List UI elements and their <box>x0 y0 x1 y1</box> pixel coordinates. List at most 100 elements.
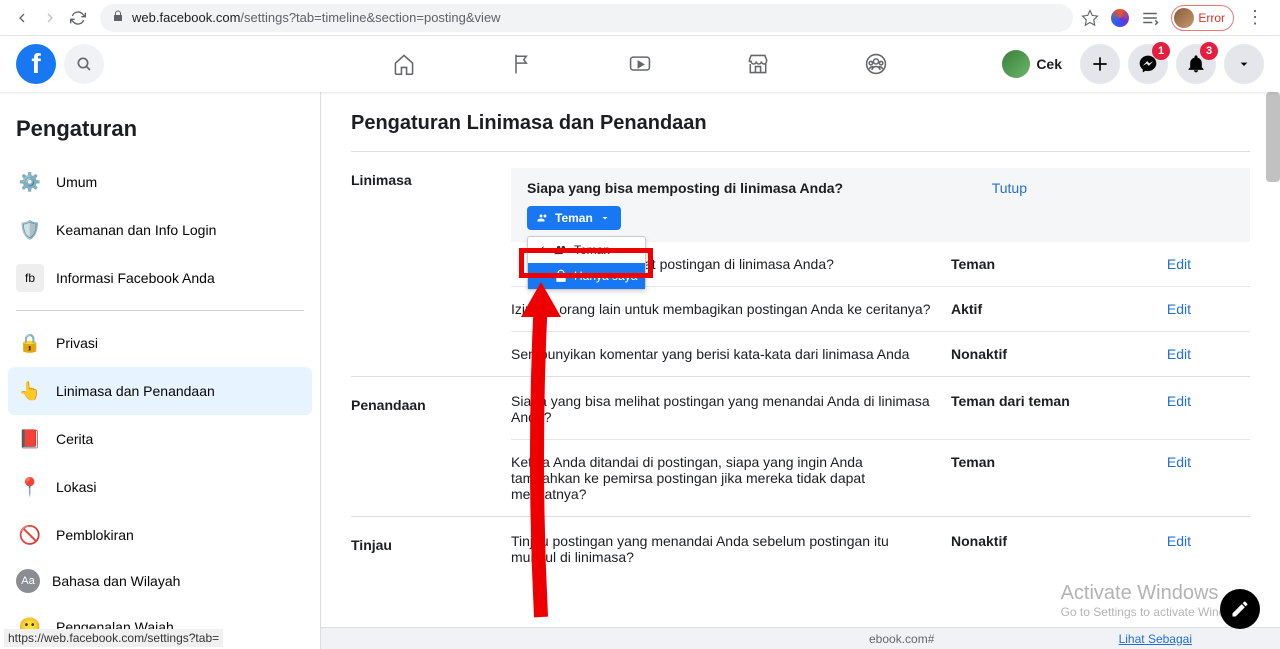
reading-list-icon[interactable] <box>1141 9 1159 27</box>
audience-dropdown-button[interactable]: Teman <box>527 206 621 230</box>
setting-value: Nonaktif <box>951 346 1131 362</box>
friends-icon <box>554 243 568 257</box>
setting-row[interactable]: Izinkan orang lain untuk membagikan post… <box>511 287 1250 332</box>
notifications-button[interactable]: 3 <box>1176 44 1216 84</box>
section-timeline: Linimasa Siapa yang bisa memposting di l… <box>351 151 1250 376</box>
edit-link[interactable]: Edit <box>1167 393 1191 409</box>
browser-profile-button[interactable]: Error <box>1171 5 1234 31</box>
edit-link[interactable]: Edit <box>1167 533 1191 549</box>
sidebar-item-location[interactable]: 📍Lokasi <box>8 463 312 511</box>
page-title: Pengaturan Linimasa dan Penandaan <box>351 112 1250 135</box>
lock-icon: 🔒 <box>16 329 44 357</box>
sidebar-item-fb-info[interactable]: fbInformasi Facebook Anda <box>8 254 312 302</box>
footer-bar: ebook.com# Lihat Sebagai <box>321 627 1280 649</box>
profile-link[interactable]: Cek <box>998 46 1072 82</box>
nav-pages[interactable] <box>467 36 577 92</box>
block-icon: 🚫 <box>16 521 44 549</box>
setting-question: Siapa yang bisa memposting di linimasa A… <box>527 180 967 196</box>
gear-icon: ⚙️ <box>16 168 44 196</box>
caret-down-icon <box>599 212 611 224</box>
extension-icon[interactable] <box>1111 9 1129 27</box>
messenger-badge: 1 <box>1152 42 1170 60</box>
divider <box>16 310 304 311</box>
edit-link[interactable]: Edit <box>1167 454 1191 470</box>
sidebar-item-privacy[interactable]: 🔒Privasi <box>8 319 312 367</box>
address-bar[interactable]: web.facebook.com/settings?tab=timeline&s… <box>100 4 1073 32</box>
sidebar-item-stories[interactable]: 📕Cerita <box>8 415 312 463</box>
avatar-icon <box>1174 8 1194 28</box>
setting-question: Siapa yang bisa melihat postingan yang m… <box>511 393 951 425</box>
profile-error-label: Error <box>1198 11 1225 25</box>
settings-sidebar: Pengaturan ⚙️Umum 🛡️Keamanan dan Info Lo… <box>0 92 320 649</box>
audience-dropdown-menu: ✓ Teman Hanya saya <box>527 236 646 290</box>
sidebar-item-timeline-tagging[interactable]: 👆Linimasa dan Penandaan <box>8 367 312 415</box>
setting-row[interactable]: Siapa yang bisa melihat postingan yang m… <box>511 393 1250 440</box>
profile-name: Cek <box>1036 56 1062 72</box>
create-button[interactable] <box>1080 44 1120 84</box>
setting-question: Tinjau postingan yang menandai Anda sebe… <box>511 533 951 565</box>
setting-value: Teman <box>951 454 1131 470</box>
pin-icon: 📍 <box>16 473 44 501</box>
sidebar-item-blocking[interactable]: 🚫Pemblokiran <box>8 511 312 559</box>
reload-button[interactable] <box>64 4 92 32</box>
bookmark-star-icon[interactable] <box>1081 9 1099 27</box>
section-tagging: Penandaan Siapa yang bisa melihat postin… <box>351 376 1250 516</box>
dropdown-option-friends[interactable]: ✓ Teman <box>528 237 645 263</box>
section-review: Tinjau Tinjau postingan yang menandai An… <box>351 516 1250 579</box>
edit-link[interactable]: Edit <box>1167 346 1191 362</box>
nav-watch[interactable] <box>585 36 695 92</box>
back-button[interactable] <box>8 4 36 32</box>
setting-value: Teman dari teman <box>951 393 1131 409</box>
setting-value: Aktif <box>951 301 1131 317</box>
notifications-badge: 3 <box>1200 42 1218 60</box>
new-message-fab[interactable] <box>1220 589 1260 629</box>
footer-domain: ebook.com# <box>869 632 934 646</box>
nav-marketplace[interactable] <box>703 36 813 92</box>
messenger-button[interactable]: 1 <box>1128 44 1168 84</box>
facebook-logo[interactable]: f <box>16 44 56 84</box>
compose-icon <box>1230 599 1250 619</box>
forward-button[interactable] <box>36 4 64 32</box>
setting-row[interactable]: Tinjau postingan yang menandai Anda sebe… <box>511 533 1250 579</box>
avatar-icon <box>1002 50 1030 78</box>
nav-home[interactable] <box>349 36 459 92</box>
setting-question: Ketika Anda ditandai di postingan, siapa… <box>511 454 951 502</box>
setting-row[interactable]: Sembunyikan komentar yang berisi kata-ka… <box>511 332 1250 376</box>
sidebar-item-language[interactable]: AaBahasa dan Wilayah <box>8 559 312 603</box>
account-menu-button[interactable] <box>1224 44 1264 84</box>
shield-icon: 🛡️ <box>16 216 44 244</box>
edit-link[interactable]: Edit <box>1167 256 1191 272</box>
pointer-icon: 👆 <box>16 377 44 405</box>
section-label: Linimasa <box>351 168 511 376</box>
check-icon: ✓ <box>536 243 548 257</box>
setting-question: Izinkan orang lain untuk membagikan post… <box>511 301 951 317</box>
lock-icon <box>554 269 568 283</box>
fb-info-icon: fb <box>16 264 44 292</box>
sidebar-item-security[interactable]: 🛡️Keamanan dan Info Login <box>8 206 312 254</box>
browser-toolbar: web.facebook.com/settings?tab=timeline&s… <box>0 0 1280 36</box>
setting-value: Teman <box>951 256 1131 272</box>
setting-row-expanded: Siapa yang bisa memposting di linimasa A… <box>511 168 1250 242</box>
language-icon: Aa <box>16 569 40 593</box>
setting-value: Nonaktif <box>951 533 1131 549</box>
status-bar-url: https://web.facebook.com/settings?tab= <box>4 629 223 647</box>
scrollbar[interactable] <box>1266 92 1280 182</box>
browser-menu-button[interactable]: ⋮ <box>1246 7 1264 28</box>
section-label: Penandaan <box>351 393 511 516</box>
search-button[interactable] <box>64 44 104 84</box>
sidebar-title: Pengaturan <box>8 108 312 150</box>
view-as-link[interactable]: Lihat Sebagai <box>1119 632 1192 646</box>
settings-content: Pengaturan Linimasa dan Penandaan Linima… <box>320 92 1280 649</box>
url-path: /settings?tab=timeline&section=posting&v… <box>240 10 500 25</box>
book-icon: 📕 <box>16 425 44 453</box>
lock-icon <box>112 10 124 25</box>
nav-groups[interactable] <box>821 36 931 92</box>
dropdown-option-only-me[interactable]: Hanya saya <box>528 263 645 289</box>
section-label: Tinjau <box>351 533 511 579</box>
close-link[interactable]: Tutup <box>992 180 1027 196</box>
setting-row[interactable]: Ketika Anda ditandai di postingan, siapa… <box>511 440 1250 516</box>
facebook-header: f Cek 1 3 <box>0 36 1280 92</box>
edit-link[interactable]: Edit <box>1167 301 1191 317</box>
sidebar-item-general[interactable]: ⚙️Umum <box>8 158 312 206</box>
url-domain: web.facebook.com <box>132 10 240 25</box>
